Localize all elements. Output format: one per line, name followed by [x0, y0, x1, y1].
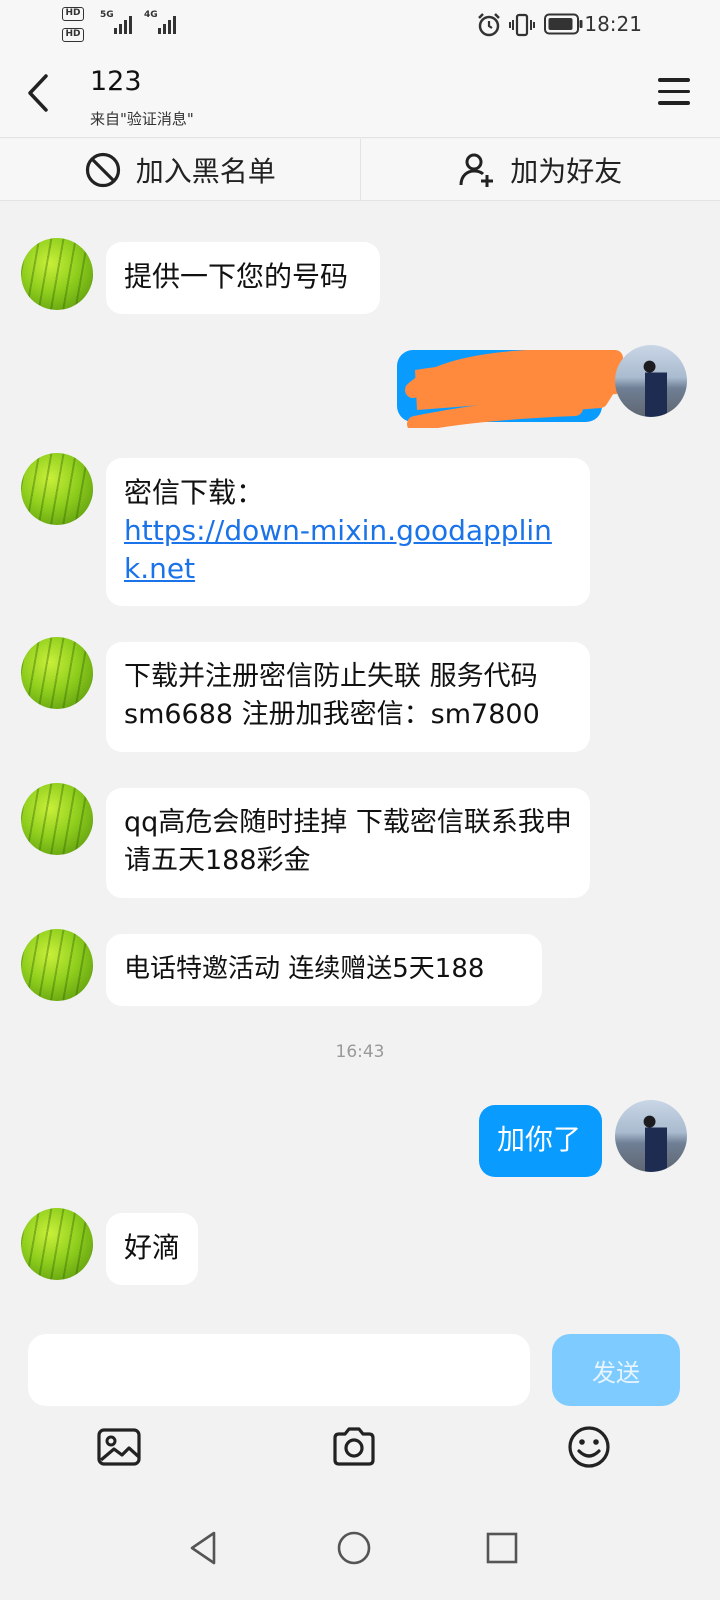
recents-square-icon[interactable]	[482, 1528, 522, 1568]
message-text: 加你了	[497, 1123, 582, 1156]
contact-avatar[interactable]	[21, 783, 93, 855]
contact-avatar[interactable]	[21, 453, 93, 525]
stranger-action-bar: 加入黑名单 加为好友	[0, 139, 720, 201]
my-avatar[interactable]	[615, 1100, 687, 1172]
send-button[interactable]: 发送	[552, 1334, 680, 1406]
message-bubble-received[interactable]: 电话特邀活动 连续赠送5天188	[106, 934, 542, 1006]
block-icon	[85, 152, 120, 187]
message-text: 下载并注册密信防止失联 服务代码sm6688 注册加我密信：sm7800	[124, 661, 540, 730]
menu-icon[interactable]	[658, 78, 690, 106]
message-bubble-received[interactable]: 密信下载： https://down-mixin.goodapplink.net	[106, 458, 590, 606]
my-avatar[interactable]	[615, 345, 687, 417]
chat-subtitle: 来自"验证消息"	[90, 110, 194, 128]
add-friend-button[interactable]: 加为好友	[359, 139, 720, 200]
battery-icon	[544, 13, 583, 35]
signal-bars-sim2-icon	[158, 14, 176, 34]
message-bubble-received[interactable]: 下载并注册密信防止失联 服务代码sm6688 注册加我密信：sm7800	[106, 642, 590, 752]
message-input[interactable]	[28, 1334, 530, 1406]
message-text: 密信下载：	[124, 476, 265, 509]
signal-bars-sim1-icon	[114, 14, 132, 34]
alarm-icon	[478, 13, 500, 37]
download-link[interactable]: https://down-mixin.goodapplink.net	[124, 514, 552, 585]
contact-avatar[interactable]	[21, 1208, 93, 1280]
signal-indicators: HD HD 5G 4G	[62, 6, 192, 46]
home-circle-icon[interactable]	[334, 1528, 374, 1568]
contact-avatar[interactable]	[21, 238, 93, 310]
emoji-icon[interactable]	[566, 1424, 612, 1470]
status-time: 18:21	[584, 12, 642, 36]
add-user-icon	[459, 153, 494, 187]
message-bubble-sent[interactable]: 加你了	[479, 1105, 602, 1177]
contact-avatar[interactable]	[21, 637, 93, 709]
message-text: 好滴	[124, 1231, 181, 1264]
chat-header: 123 来自"验证消息"	[0, 50, 720, 138]
message-timestamp: 16:43	[335, 1042, 385, 1062]
add-to-blacklist-label: 加入黑名单	[135, 154, 276, 188]
status-bar: HD HD 5G 4G 18:21	[0, 0, 720, 50]
add-friend-label: 加为好友	[510, 154, 623, 188]
composer: 发送	[0, 1320, 720, 1500]
add-to-blacklist-button[interactable]: 加入黑名单	[0, 139, 360, 200]
contact-avatar[interactable]	[21, 929, 93, 1001]
hd-badge-sim1: HD	[62, 7, 84, 21]
back-triangle-icon[interactable]	[184, 1528, 224, 1568]
network-type-sim2: 4G	[144, 10, 158, 20]
message-text: 电话特邀活动 连续赠送5天188	[124, 954, 485, 984]
message-bubble-received[interactable]: 好滴	[106, 1213, 198, 1285]
message-bubble-received[interactable]: qq高危会随时挂掉 下载密信联系我申请五天188彩金	[106, 788, 590, 898]
chat-title: 123	[90, 66, 142, 97]
system-navigation-bar	[0, 1500, 720, 1600]
vibrate-icon	[509, 13, 535, 37]
network-type-sim1: 5G	[100, 10, 114, 20]
message-bubble-received[interactable]: 提供一下您的号码	[106, 242, 380, 314]
image-icon[interactable]	[96, 1424, 142, 1470]
hd-badge-sim2: HD	[62, 28, 84, 42]
message-text: qq高危会随时挂掉 下载密信联系我申请五天188彩金	[124, 807, 572, 876]
back-arrow-icon[interactable]	[22, 70, 58, 116]
redaction-scribble	[405, 350, 623, 428]
camera-icon[interactable]	[331, 1424, 377, 1470]
message-text: 提供一下您的号码	[124, 260, 349, 293]
